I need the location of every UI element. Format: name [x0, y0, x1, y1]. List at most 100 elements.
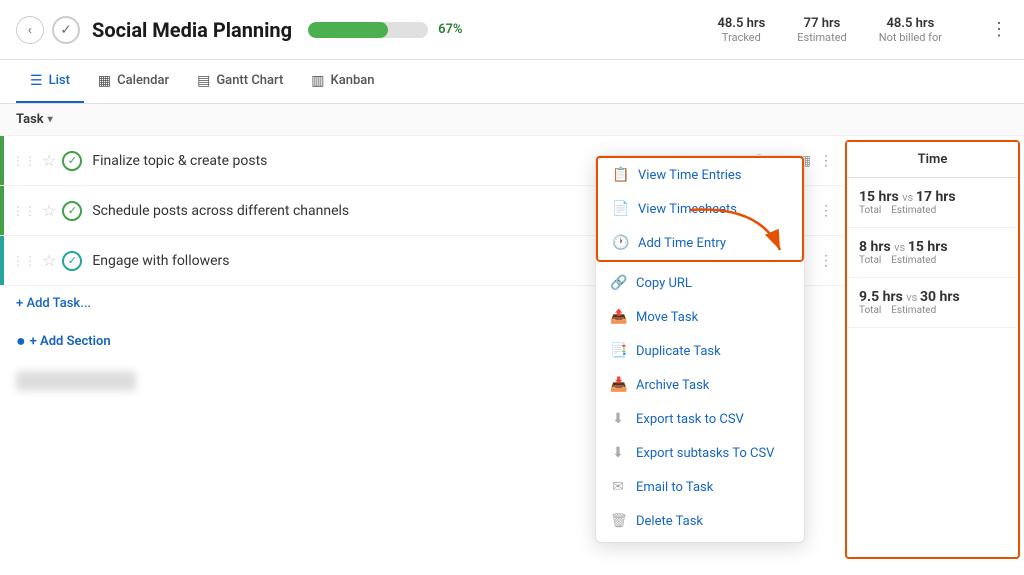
task-bar-2 — [0, 186, 4, 235]
stat-estimated-label: Estimated — [797, 31, 846, 44]
menu-item-export-subtasks-csv-label: Export subtasks To CSV — [636, 446, 774, 461]
header: ‹ ✓ Social Media Planning 67% 48.5 hrs T… — [0, 0, 1024, 60]
menu-item-copy-url[interactable]: 🔗 Copy URL — [596, 266, 804, 300]
time-est-3: 30 hrs — [920, 289, 960, 305]
time-vs-2: vs — [894, 241, 908, 254]
add-time-icon: 🕐 — [612, 235, 628, 251]
tab-kanban-label: Kanban — [331, 73, 375, 88]
stat-tracked-value: 48.5 hrs — [717, 16, 765, 31]
star-button[interactable]: ☆ — [42, 201, 56, 221]
star-button[interactable]: ☆ — [42, 151, 56, 171]
time-vs-1: vs — [902, 191, 916, 204]
export-csv-icon: ⬇ — [610, 411, 626, 427]
duplicate-icon: 📑 — [610, 343, 626, 359]
task-dropdown[interactable]: Task ▾ — [16, 112, 53, 127]
task-bar-1 — [0, 136, 4, 185]
menu-item-add-time-entry[interactable]: 🕐 Add Time Entry — [598, 226, 802, 260]
task-status-2: ✓ — [62, 201, 82, 221]
time-label-2: Total Estimated — [859, 255, 948, 266]
stat-estimated: 77 hrs Estimated — [797, 16, 846, 44]
task-more-icon[interactable]: ⋮ — [819, 152, 833, 169]
menu-item-view-time-entries[interactable]: 📋 View Time Entries — [598, 158, 802, 192]
menu-item-duplicate-task-label: Duplicate Task — [636, 344, 721, 359]
tab-calendar[interactable]: ▦ Calendar — [84, 60, 183, 103]
kanban-icon: ▥ — [311, 73, 324, 89]
task-actions-3: ⋮ — [819, 252, 833, 269]
menu-item-move-task-label: Move Task — [636, 310, 698, 325]
calendar-icon: ▦ — [98, 73, 111, 89]
time-cell-1: 15 hrs vs 17 hrs Total Estimated — [847, 178, 1018, 228]
progress-label: 67% — [438, 22, 462, 37]
delete-icon: 🗑 — [610, 513, 626, 529]
menu-item-add-time-entry-label: Add Time Entry — [638, 236, 726, 251]
time-cell-3: 9.5 hrs vs 30 hrs Total Estimated — [847, 278, 1018, 328]
menu-item-delete-task-label: Delete Task — [636, 514, 703, 529]
menu-item-export-csv[interactable]: ⬇ Export task to CSV — [596, 402, 804, 436]
stat-notbilled: 48.5 hrs Not billed for — [879, 16, 942, 44]
gantt-icon: ▤ — [197, 73, 210, 89]
context-menu: 📋 View Time Entries 📄 View Timesheets 🕐 … — [595, 155, 805, 543]
tab-gantt-label: Gantt Chart — [216, 73, 283, 88]
header-nav: ‹ ✓ — [16, 16, 80, 44]
task-status-1: ✓ — [62, 151, 82, 171]
time-column: Time 15 hrs vs 17 hrs Total Estimated 8 … — [845, 140, 1020, 559]
task-bar-3 — [0, 236, 4, 285]
blur-block — [16, 371, 136, 391]
time-column-header: Time — [847, 142, 1018, 178]
time-est-1: 17 hrs — [916, 189, 956, 205]
add-task-label: + Add Task... — [16, 296, 91, 311]
menu-item-copy-url-label: Copy URL — [636, 276, 692, 291]
archive-icon: 📥 — [610, 377, 626, 393]
star-button[interactable]: ☆ — [42, 251, 56, 271]
tabs-bar: ☰ List ▦ Calendar ▤ Gantt Chart ▥ Kanban — [0, 60, 1024, 104]
add-section-plus-icon: ● — [16, 331, 26, 351]
time-entries-icon: 📋 — [612, 167, 628, 183]
menu-item-archive-task[interactable]: 📥 Archive Task — [596, 368, 804, 402]
tab-list[interactable]: ☰ List — [16, 60, 84, 103]
drag-handle-icon: ⋮⋮ — [12, 254, 36, 268]
menu-item-export-csv-label: Export task to CSV — [636, 412, 744, 427]
task-more-icon[interactable]: ⋮ — [819, 252, 833, 269]
add-section-label: + Add Section — [30, 334, 111, 349]
stat-notbilled-value: 48.5 hrs — [879, 16, 942, 31]
stat-tracked: 48.5 hrs Tracked — [717, 16, 765, 44]
stat-estimated-value: 77 hrs — [797, 16, 846, 31]
tab-list-label: List — [49, 73, 70, 88]
stat-tracked-label: Tracked — [717, 31, 765, 44]
time-vs-3: vs — [906, 291, 920, 304]
menu-item-delete-task[interactable]: 🗑 Delete Task — [596, 504, 804, 538]
progress-fill — [308, 22, 388, 38]
more-options-button[interactable]: ⋮ — [990, 19, 1008, 40]
stat-notbilled-label: Not billed for — [879, 31, 942, 44]
task-status-3: ✓ — [62, 251, 82, 271]
task-list-area: ⋮⋮ ☆ ✓ Finalize topic & create posts 👁 ＋… — [0, 136, 1024, 563]
time-est-2: 15 hrs — [908, 239, 948, 255]
time-label-1: Total Estimated — [859, 205, 956, 216]
task-actions-2: ⋮ — [819, 202, 833, 219]
menu-item-export-subtasks-csv[interactable]: ⬇ Export subtasks To CSV — [596, 436, 804, 470]
back-button[interactable]: ‹ — [16, 16, 44, 44]
menu-item-view-timesheets-label: View Timesheets — [638, 202, 737, 217]
project-title: Social Media Planning — [92, 18, 292, 42]
progress-bar — [308, 22, 428, 38]
dropdown-arrow-icon: ▾ — [48, 114, 53, 125]
task-more-icon[interactable]: ⋮ — [819, 202, 833, 219]
toolbar: Task ▾ — [0, 104, 1024, 136]
tab-gantt[interactable]: ▤ Gantt Chart — [183, 60, 297, 103]
check-button[interactable]: ✓ — [52, 16, 80, 44]
tab-calendar-label: Calendar — [117, 73, 169, 88]
context-menu-lower: 🔗 Copy URL 📤 Move Task 📑 Duplicate Task … — [596, 262, 804, 542]
menu-item-duplicate-task[interactable]: 📑 Duplicate Task — [596, 334, 804, 368]
menu-item-view-timesheets[interactable]: 📄 View Timesheets — [598, 192, 802, 226]
context-menu-top-section: 📋 View Time Entries 📄 View Timesheets 🕐 … — [596, 156, 804, 262]
time-total-1: 15 hrs — [859, 189, 899, 205]
header-stats: 48.5 hrs Tracked 77 hrs Estimated 48.5 h… — [717, 16, 1008, 44]
menu-item-email-task[interactable]: ✉ Email to Task — [596, 470, 804, 504]
time-label-3: Total Estimated — [859, 305, 960, 316]
menu-item-email-task-label: Email to Task — [636, 480, 713, 495]
menu-item-archive-task-label: Archive Task — [636, 378, 709, 393]
menu-item-move-task[interactable]: 📤 Move Task — [596, 300, 804, 334]
time-total-3: 9.5 hrs — [859, 289, 903, 305]
drag-handle-icon: ⋮⋮ — [12, 154, 36, 168]
tab-kanban[interactable]: ▥ Kanban — [297, 60, 388, 103]
